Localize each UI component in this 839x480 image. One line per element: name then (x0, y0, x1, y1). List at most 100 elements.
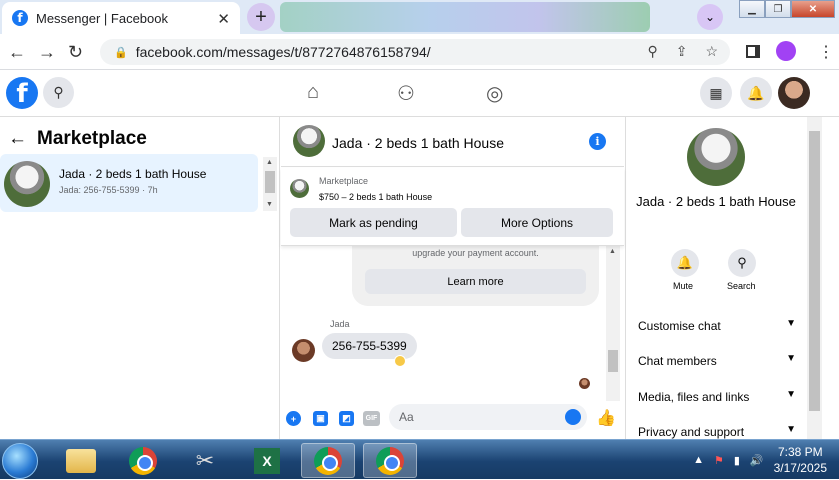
listing-thumbnail[interactable] (290, 179, 309, 198)
reaction-icon[interactable] (394, 355, 406, 367)
facebook-favicon-icon: f (12, 10, 28, 26)
volume-icon[interactable]: 🔊 (750, 454, 764, 467)
sticker-icon[interactable]: ◩ (339, 411, 354, 426)
snipping-tool-icon[interactable]: ✂ (178, 443, 232, 478)
chat-members-item[interactable]: Chat members ▼ (638, 353, 796, 368)
windows-taskbar: ✂ X ▲ ⚑ ▮ 🔊 7:38 PM 3/17/2025 (0, 439, 839, 479)
action-center-icon[interactable]: ⚑ (714, 454, 724, 467)
learn-more-button[interactable]: Learn more (365, 269, 586, 294)
bookmark-star-icon[interactable]: ☆ (705, 43, 718, 60)
chrome-window-2-icon[interactable] (363, 443, 417, 478)
chevron-down-icon: ▼ (786, 318, 796, 329)
marketplace-conversation-list: ← Marketplace Jada · 2 beds 1 bath House… (0, 117, 280, 439)
chrome-profile-avatar[interactable] (776, 41, 796, 61)
network-signal-icon[interactable]: ▮ (734, 454, 740, 467)
url-bar[interactable]: 🔒 facebook.com/messages/t/87727648761587… (100, 39, 730, 65)
start-button-icon[interactable] (2, 443, 38, 479)
photo-icon[interactable]: ▣ (313, 411, 328, 426)
side-panel-icon[interactable] (746, 45, 760, 58)
clock-time: 7:38 PM (777, 445, 823, 459)
scroll-up-icon[interactable]: ▲ (609, 248, 616, 255)
more-options-button[interactable]: More Options (461, 208, 613, 237)
listing-price-title[interactable]: $750 – 2 beds 1 bath House (319, 192, 432, 202)
message-input[interactable]: Aa (389, 404, 587, 430)
lock-icon: 🔒 (114, 46, 128, 59)
maximize-icon[interactable]: ❐ (765, 0, 791, 18)
menu-grid-icon[interactable]: ▦ (700, 77, 732, 109)
marketplace-listing-bar: Marketplace $750 – 2 beds 1 bath House M… (281, 168, 624, 246)
list-scrollbar[interactable]: ▲ ▼ (263, 157, 277, 211)
tab-search-chevron-icon[interactable]: ⌄ (697, 4, 723, 30)
scroll-thumb[interactable] (608, 350, 618, 372)
tab-messenger[interactable]: f Messenger | Facebook ✕ (2, 2, 240, 34)
mute-label: Mute (673, 281, 694, 291)
address-toolbar: ← → ↻ 🔒 facebook.com/messages/t/87727648… (0, 34, 839, 70)
chevron-down-icon: ▼ (786, 424, 796, 435)
url-text: facebook.com/messages/t/8772764876158794… (135, 44, 431, 60)
thumbs-up-icon[interactable]: 👍 (596, 408, 616, 428)
mute-bell-icon[interactable]: 🔔 (671, 249, 699, 277)
groups-icon[interactable]: ◎ (486, 81, 503, 106)
seen-avatar (579, 378, 590, 389)
sender-name: Jada (330, 319, 350, 329)
chat-scrollbar[interactable]: ▲ (606, 246, 620, 401)
conversation-title: Jada · 2 beds 1 bath House (59, 167, 207, 181)
marketplace-label: Marketplace (319, 176, 369, 186)
plus-actions-icon[interactable]: + (286, 411, 301, 426)
excel-icon[interactable]: X (240, 443, 294, 478)
chrome-menu-icon[interactable]: ⋮ (818, 42, 834, 62)
facebook-header: f ⚲ ⌂ ⚇ ◎ ▦ 🔔 (0, 71, 839, 117)
scroll-up-icon[interactable]: ▲ (266, 159, 273, 166)
info-icon[interactable]: i (589, 133, 606, 150)
facebook-search-icon[interactable]: ⚲ (43, 77, 74, 108)
close-tab-icon[interactable]: ✕ (217, 10, 230, 28)
chat-header: Jada · 2 beds 1 bath House i (281, 117, 624, 167)
chevron-down-icon: ▼ (786, 353, 796, 364)
chrome-window-1-icon[interactable] (301, 443, 355, 478)
home-icon[interactable]: ⌂ (307, 81, 319, 104)
media-files-links-item[interactable]: Media, files and links ▼ (638, 389, 796, 404)
info-title: Jada · 2 beds 1 bath House (636, 194, 796, 209)
house-thumbnail[interactable] (293, 125, 325, 157)
chrome-taskbar-icon[interactable] (116, 443, 170, 478)
facebook-logo-icon[interactable]: f (6, 77, 38, 109)
sender-avatar[interactable] (292, 339, 315, 362)
page-scrollbar[interactable] (807, 117, 822, 439)
zoom-icon[interactable]: ⚲ (647, 43, 657, 60)
back-arrow-icon[interactable]: ← (8, 128, 27, 150)
new-tab-button[interactable]: + (247, 3, 275, 31)
house-thumbnail (4, 161, 50, 207)
mark-as-pending-button[interactable]: Mark as pending (290, 208, 457, 237)
scroll-thumb[interactable] (809, 131, 820, 411)
notifications-bell-icon[interactable]: 🔔 (740, 77, 772, 109)
conversation-item[interactable]: Jada · 2 beds 1 bath House Jada: 256-755… (0, 154, 258, 212)
minimize-icon[interactable]: ▁ (739, 0, 765, 18)
emoji-icon[interactable] (565, 409, 581, 425)
scroll-down-icon[interactable]: ▼ (266, 201, 273, 208)
gif-icon[interactable]: GIF (363, 411, 380, 426)
forward-arrow-icon[interactable]: → (38, 42, 56, 63)
scroll-thumb[interactable] (265, 171, 275, 193)
system-tray: ▲ ⚑ ▮ 🔊 7:38 PM 3/17/2025 (693, 440, 827, 480)
chat-title[interactable]: Jada · 2 beds 1 bath House (332, 135, 504, 151)
share-icon[interactable]: ⇪ (676, 43, 688, 60)
search-icon[interactable]: ⚲ (728, 249, 756, 277)
back-arrow-icon[interactable]: ← (8, 42, 26, 63)
show-hidden-icons-icon[interactable]: ▲ (693, 454, 704, 466)
clock[interactable]: 7:38 PM 3/17/2025 (774, 444, 827, 476)
file-explorer-icon[interactable] (54, 443, 108, 478)
privacy-support-item[interactable]: Privacy and support ▼ (638, 424, 796, 439)
window-controls: ▁ ❐ ✕ (739, 0, 835, 18)
window-close-icon[interactable]: ✕ (791, 0, 835, 18)
message-composer: + ▣ ◩ GIF Aa 👍 (281, 401, 624, 439)
system-message-text: upgrade your payment account. (412, 248, 539, 258)
user-avatar[interactable] (778, 77, 810, 109)
search-label: Search (727, 281, 756, 291)
chevron-down-icon: ▼ (786, 389, 796, 400)
clock-date: 3/17/2025 (773, 461, 827, 475)
tab-title: Messenger | Facebook (36, 10, 168, 26)
background-tabs[interactable] (280, 2, 650, 32)
reload-icon[interactable]: ↻ (68, 42, 83, 63)
friends-icon[interactable]: ⚇ (397, 81, 415, 106)
customise-chat-item[interactable]: Customise chat ▼ (638, 318, 796, 333)
